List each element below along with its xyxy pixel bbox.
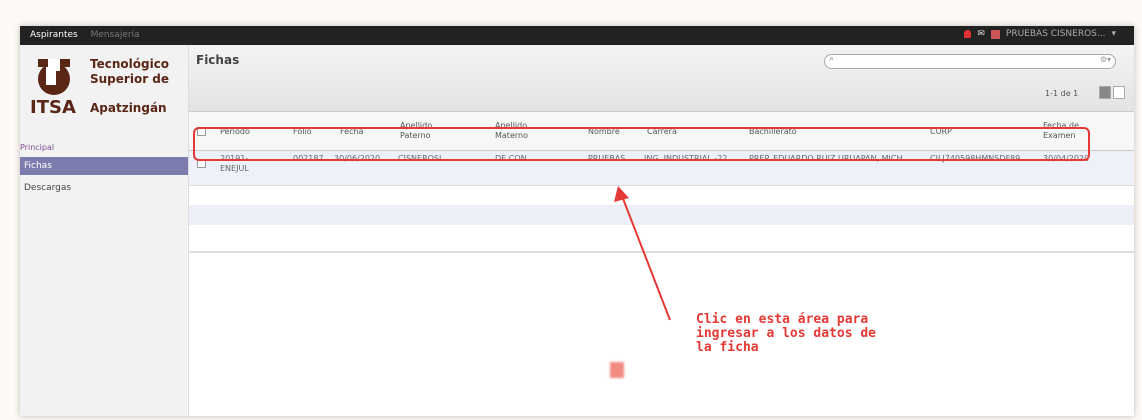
annotation-text: Clic en esta área para ingresar a los da…: [696, 312, 877, 355]
annotation-arrow: [614, 186, 671, 321]
cursor-mark: [610, 362, 624, 378]
